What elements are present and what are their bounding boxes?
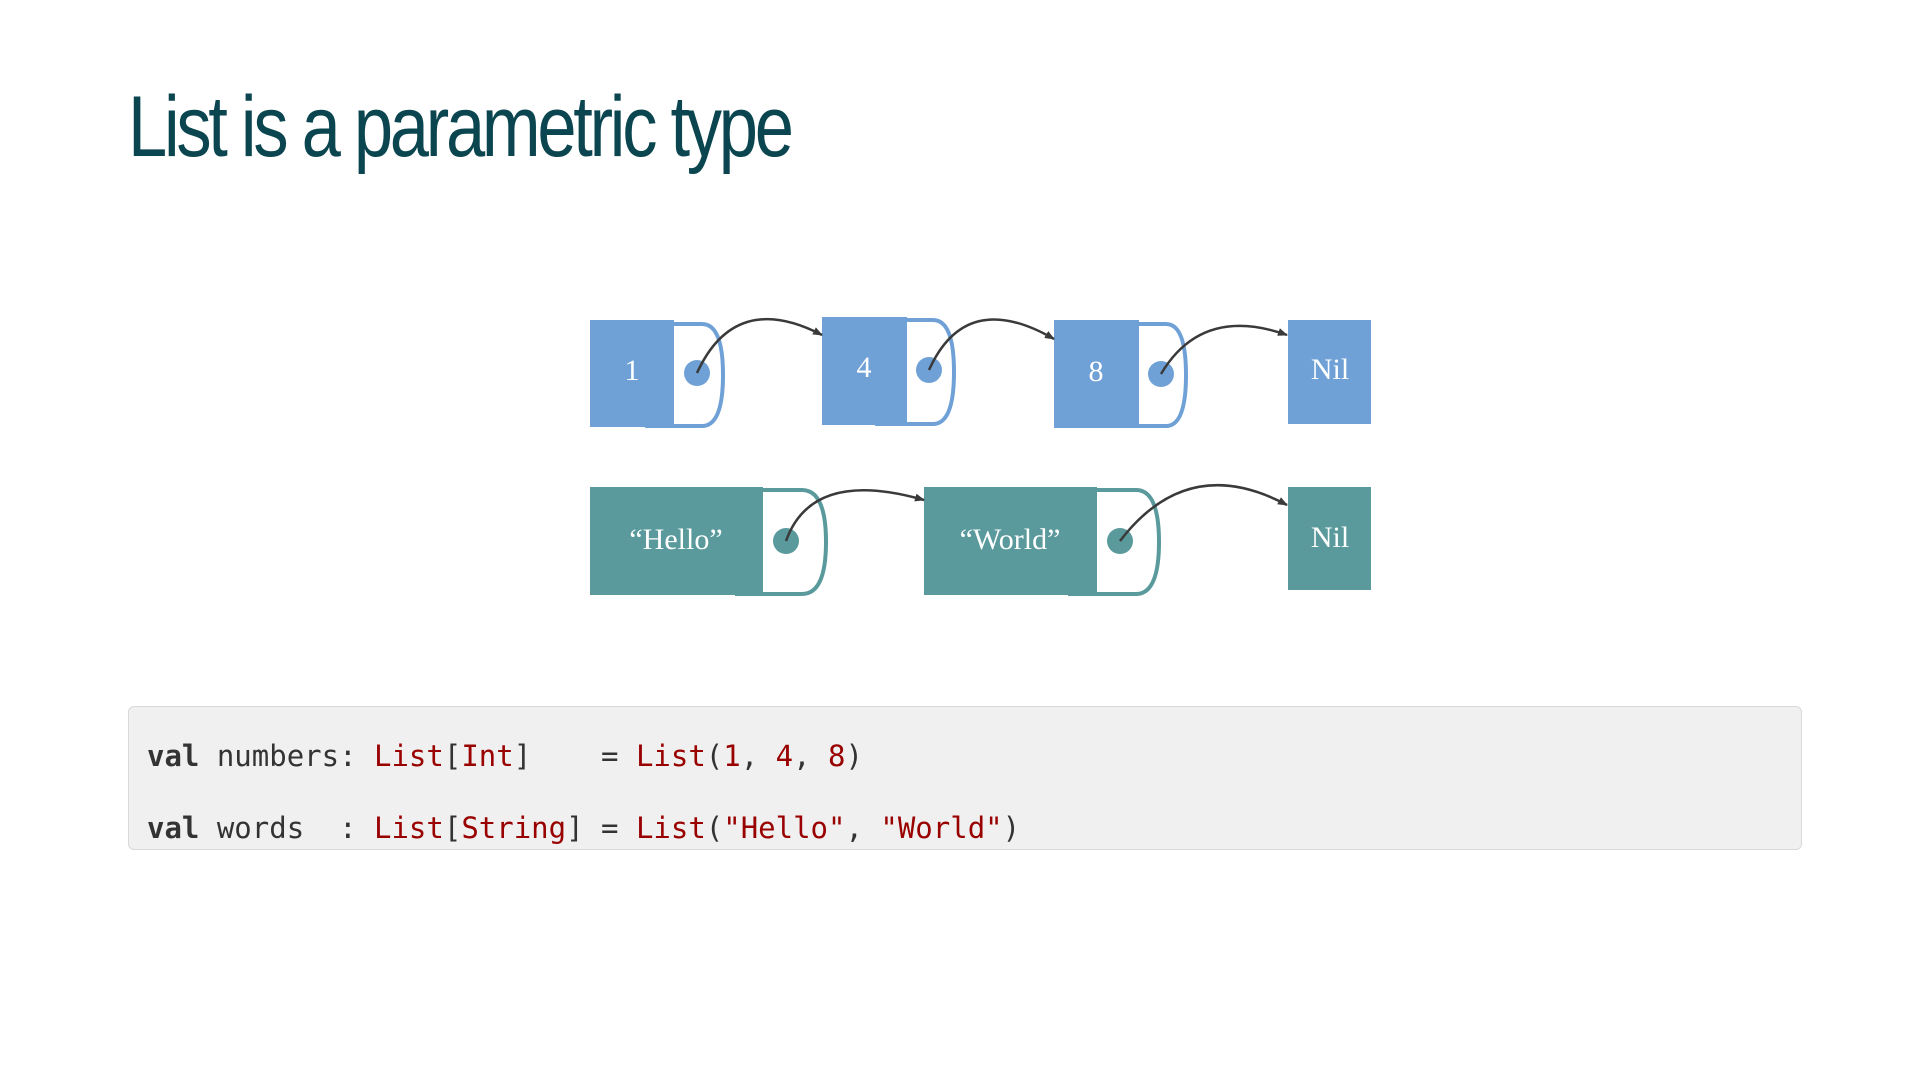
code-line-numbers: val numbers: List[Int] = List(1, 4, 8) — [147, 720, 1801, 792]
code-number: 8 — [828, 739, 846, 773]
code-punct: [ — [443, 811, 462, 845]
code-keyword: val — [147, 739, 200, 773]
list-node-1: 1 — [590, 320, 726, 428]
node-value-label: “World” — [960, 523, 1061, 556]
string-list: “Hello” “World” Nil — [590, 484, 1371, 596]
code-number: 4 — [775, 739, 794, 773]
code-type: List — [374, 811, 444, 845]
list-node-world: “World” — [924, 487, 1162, 596]
code-constructor: List — [635, 739, 706, 773]
nil-node: Nil — [1288, 487, 1371, 590]
nil-label: Nil — [1311, 521, 1349, 554]
nil-label: Nil — [1311, 353, 1349, 386]
list-node-8: 8 — [1054, 320, 1189, 428]
code-punct: ] — [566, 811, 584, 845]
code-number: 1 — [723, 739, 741, 773]
code-constructor: List — [635, 811, 706, 845]
node-value-label: 4 — [857, 351, 872, 384]
code-type: List — [374, 739, 444, 773]
code-operator: = — [583, 811, 636, 845]
list-node-4: 4 — [822, 317, 957, 426]
number-list: 1 4 8 Nil — [590, 317, 1371, 428]
code-identifier: numbers: — [199, 739, 374, 773]
code-identifier: words : — [199, 811, 374, 845]
code-operator: = — [531, 739, 636, 773]
nil-node: Nil — [1288, 320, 1371, 424]
code-string: "Hello" — [723, 811, 846, 845]
code-keyword: val — [147, 811, 200, 845]
node-value-label: 1 — [625, 354, 640, 387]
code-string: "World" — [880, 811, 1003, 845]
code-punct: ] — [513, 739, 532, 773]
code-punct: , — [793, 739, 829, 773]
code-punct: ( — [705, 739, 724, 773]
code-punct: ) — [1002, 811, 1021, 845]
code-line-words: val words : List[String] = List("Hello",… — [147, 792, 1801, 864]
code-punct: [ — [443, 739, 462, 773]
node-value-label: 8 — [1089, 355, 1104, 388]
list-node-hello: “Hello” — [590, 487, 829, 596]
code-type-param: String — [461, 811, 567, 845]
node-value-label: “Hello” — [629, 523, 722, 556]
code-punct: ) — [845, 739, 863, 773]
code-block: val numbers: List[Int] = List(1, 4, 8) v… — [128, 706, 1802, 850]
code-punct: , — [740, 739, 776, 773]
code-type-param: Int — [461, 739, 514, 773]
slide: List is a parametric type 1 4 8 Nil “Hel… — [0, 0, 1920, 1080]
code-punct: ( — [705, 811, 724, 845]
code-punct: , — [845, 811, 881, 845]
linked-list-diagram: 1 4 8 Nil “Hello” “World” Nil — [590, 317, 1371, 596]
